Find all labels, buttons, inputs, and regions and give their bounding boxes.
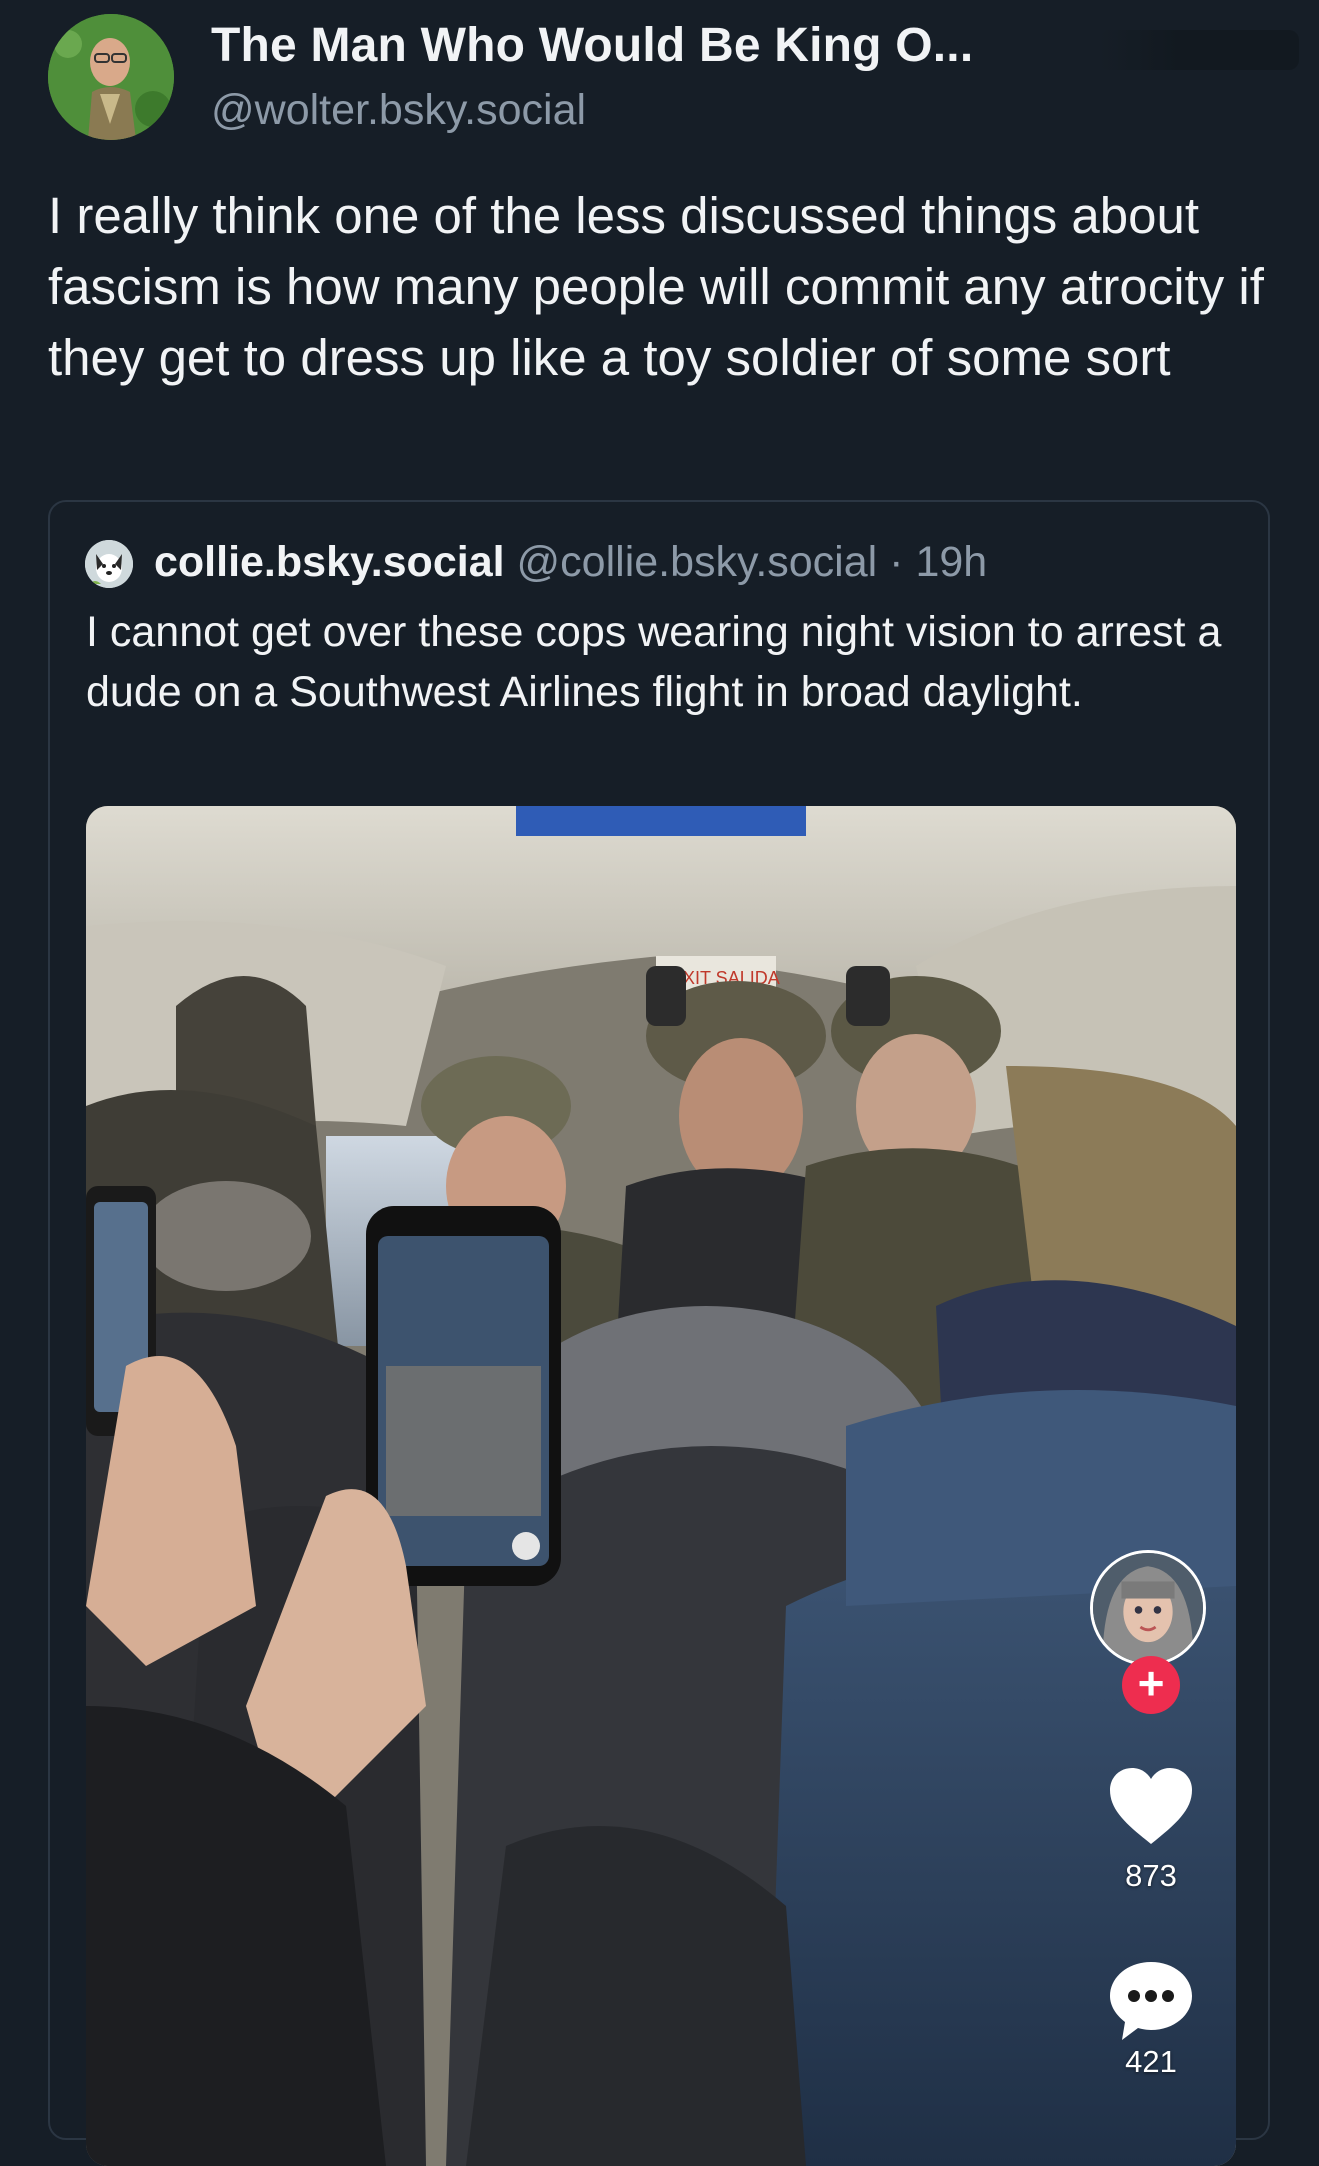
airplane-cabin-scene: EXIT SALIDA xyxy=(86,806,1236,2166)
video-thumbnail[interactable]: EXIT SALIDA + 873 421 xyxy=(86,806,1236,2166)
comment-icon[interactable] xyxy=(1108,1958,1194,2042)
like-count: 873 xyxy=(1125,1858,1177,1893)
creator-avatar-icon xyxy=(1093,1553,1203,1663)
separator-dot: · xyxy=(889,538,916,586)
user-avatar-icon xyxy=(48,14,174,140)
quoted-post-header: collie.bsky.social @collie.bsky.social ·… xyxy=(154,538,987,587)
follow-plus-icon[interactable]: + xyxy=(1122,1656,1180,1714)
quoted-post[interactable]: collie.bsky.social @collie.bsky.social ·… xyxy=(48,500,1270,2166)
author-avatar[interactable] xyxy=(48,14,174,140)
dog-avatar-icon xyxy=(85,540,133,588)
quoted-author-avatar[interactable] xyxy=(85,540,133,588)
quoted-post-text: I cannot get over these cops wearing nig… xyxy=(86,608,1222,716)
author-handle[interactable]: @wolter.bsky.social xyxy=(211,86,586,135)
author-display-name[interactable]: The Man Who Would Be King O... xyxy=(211,18,973,73)
quoted-post-time: 19h xyxy=(915,538,988,586)
post-text: I really think one of the less discussed… xyxy=(48,187,1264,386)
header-overflow-area xyxy=(1099,30,1299,70)
post: The Man Who Would Be King O... @wolter.b… xyxy=(0,0,1319,2166)
creator-avatar[interactable] xyxy=(1090,1550,1206,1666)
quoted-author-name[interactable]: collie.bsky.social xyxy=(154,538,505,586)
quoted-author-handle[interactable]: @collie.bsky.social xyxy=(517,538,878,586)
comment-count: 421 xyxy=(1125,2044,1177,2079)
heart-icon[interactable] xyxy=(1108,1766,1194,1846)
